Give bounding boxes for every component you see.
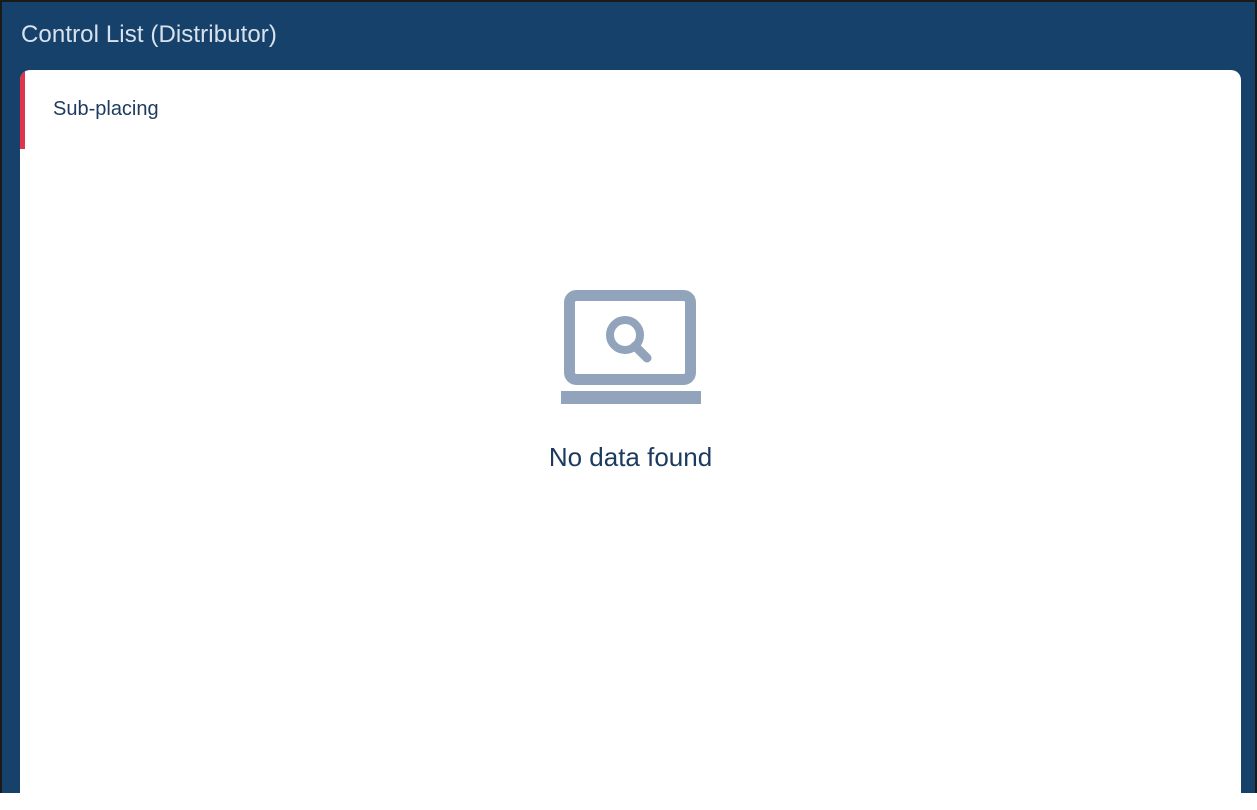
empty-state: No data found xyxy=(20,290,1241,473)
page-header: Control List (Distributor) xyxy=(2,2,1255,68)
page-title: Control List (Distributor) xyxy=(21,21,277,48)
laptop-search-icon xyxy=(560,290,701,404)
tab-sub-placing[interactable]: Sub-placing xyxy=(20,70,159,149)
app-frame: Control List (Distributor) Sub-placing N… xyxy=(0,0,1257,810)
empty-state-message: No data found xyxy=(548,442,713,472)
content-panel: Sub-placing No data found xyxy=(20,70,1241,810)
tab-label: Sub-placing xyxy=(53,98,159,120)
